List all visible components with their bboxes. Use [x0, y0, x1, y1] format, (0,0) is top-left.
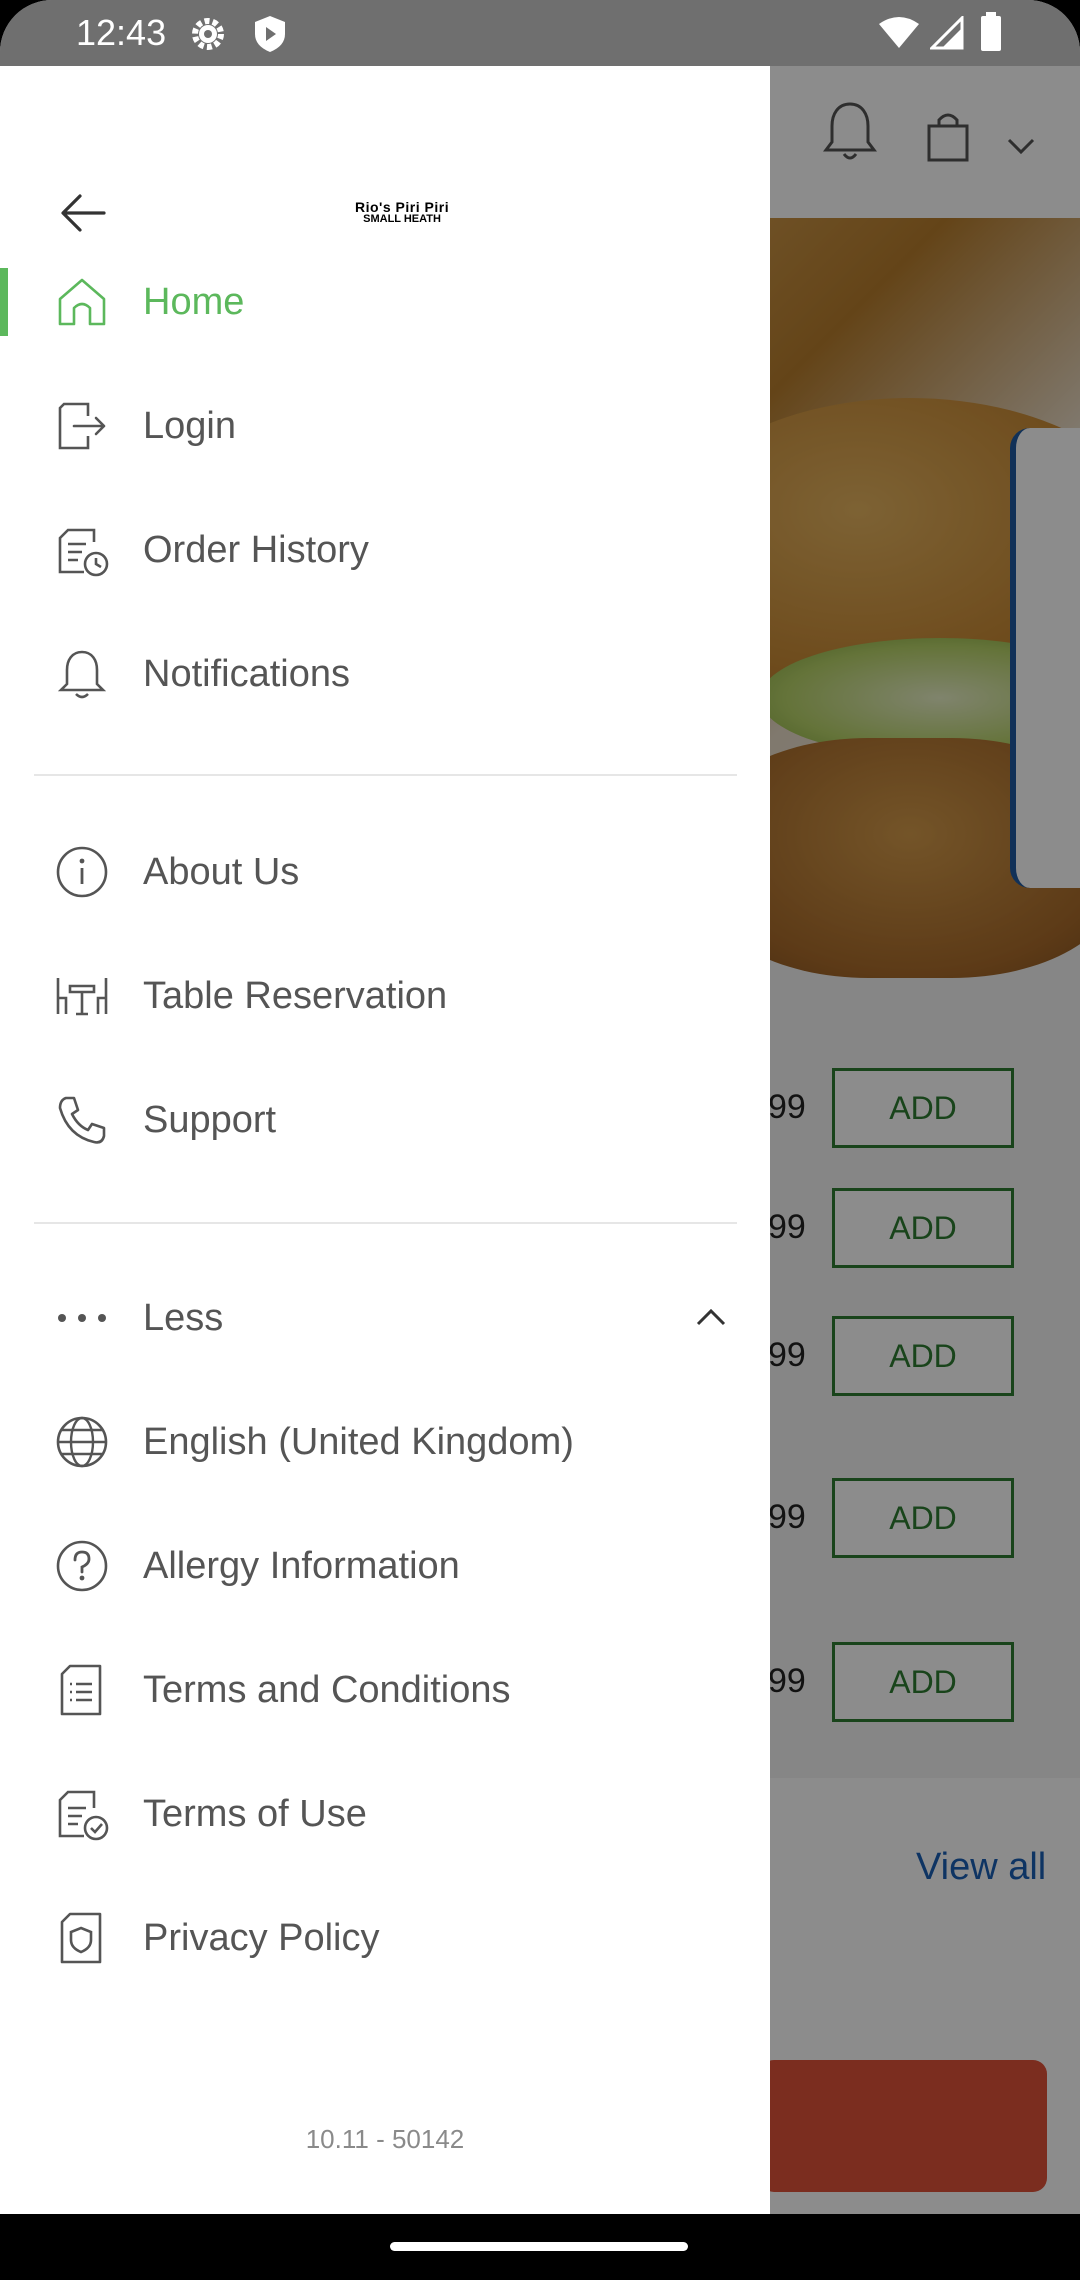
globe-icon — [56, 1416, 108, 1468]
menu-label: English (United Kingdom) — [143, 1421, 574, 1463]
menu-label: Terms and Conditions — [143, 1669, 511, 1711]
menu-item-notifications[interactable]: Notifications — [0, 618, 770, 728]
divider — [34, 774, 737, 776]
logo-line2: SMALL HEATH — [363, 213, 441, 225]
menu-label: Support — [143, 1099, 277, 1141]
status-time: 12:43 — [76, 12, 167, 53]
menu-label: Terms of Use — [143, 1793, 367, 1835]
menu-label: Table Reservation — [143, 975, 448, 1017]
more-dots-icon — [58, 1314, 106, 1322]
menu-item-support[interactable]: Support — [0, 1064, 770, 1174]
document-check-icon — [58, 1790, 109, 1841]
menu-label: Notifications — [143, 653, 350, 695]
menu-item-home[interactable]: Home — [0, 246, 770, 356]
battery-icon — [981, 12, 1001, 51]
chevron-up-icon — [696, 1308, 726, 1326]
gear-icon — [192, 18, 224, 50]
menu-item-login[interactable]: Login — [0, 370, 770, 480]
privacy-shield-icon — [60, 1912, 102, 1964]
table-icon — [56, 978, 108, 1016]
menu-item-table-reservation[interactable]: Table Reservation — [0, 940, 770, 1050]
menu-label: Order History — [143, 529, 369, 571]
login-icon — [58, 402, 106, 450]
menu-item-terms-and-conditions[interactable]: Terms and Conditions — [0, 1634, 770, 1744]
order-history-icon — [58, 528, 109, 577]
logo-line1: Rio's Piri Piri — [355, 199, 450, 215]
screen: 99 ADD 99 ADD 99 ADD 99 ADD 99 ADD View … — [0, 0, 1080, 2214]
menu-item-language[interactable]: English (United Kingdom) — [0, 1386, 770, 1496]
restaurant-logo: Rio's Piri Piri SMALL HEATH — [355, 200, 449, 225]
phone-icon — [58, 1096, 106, 1144]
menu-item-terms-of-use[interactable]: Terms of Use — [0, 1758, 770, 1868]
system-nav-bar — [0, 2214, 1080, 2280]
menu-label: About Us — [143, 851, 300, 893]
info-icon — [56, 846, 108, 898]
menu-item-allergy-information[interactable]: Allergy Information — [0, 1510, 770, 1620]
wifi-icon — [879, 17, 919, 48]
menu-label: Privacy Policy — [143, 1917, 380, 1959]
back-arrow-icon[interactable] — [58, 188, 108, 238]
menu-item-less[interactable]: Less — [0, 1262, 770, 1372]
home-gesture-pill[interactable] — [390, 2242, 688, 2251]
active-indicator — [0, 268, 8, 336]
menu-label: Login — [143, 405, 236, 447]
document-list-icon — [60, 1664, 102, 1716]
bell-icon — [57, 650, 107, 699]
menu-item-order-history[interactable]: Order History — [0, 494, 770, 604]
menu-item-about-us[interactable]: About Us — [0, 816, 770, 926]
home-icon — [58, 278, 106, 326]
question-icon — [56, 1540, 108, 1592]
signal-icon — [930, 16, 964, 50]
navigation-drawer: Rio's Piri Piri SMALL HEATH Home Login O… — [0, 66, 770, 2214]
shield-icon — [255, 16, 285, 52]
app-version: 10.11 - 50142 — [305, 2124, 465, 2154]
status-bar: 12:43 — [0, 0, 1080, 66]
menu-label: Home — [143, 281, 245, 323]
menu-label: Allergy Information — [143, 1545, 460, 1587]
divider — [34, 1222, 737, 1224]
menu-item-privacy-policy[interactable]: Privacy Policy — [0, 1882, 770, 1992]
menu-label: Less — [143, 1297, 224, 1339]
